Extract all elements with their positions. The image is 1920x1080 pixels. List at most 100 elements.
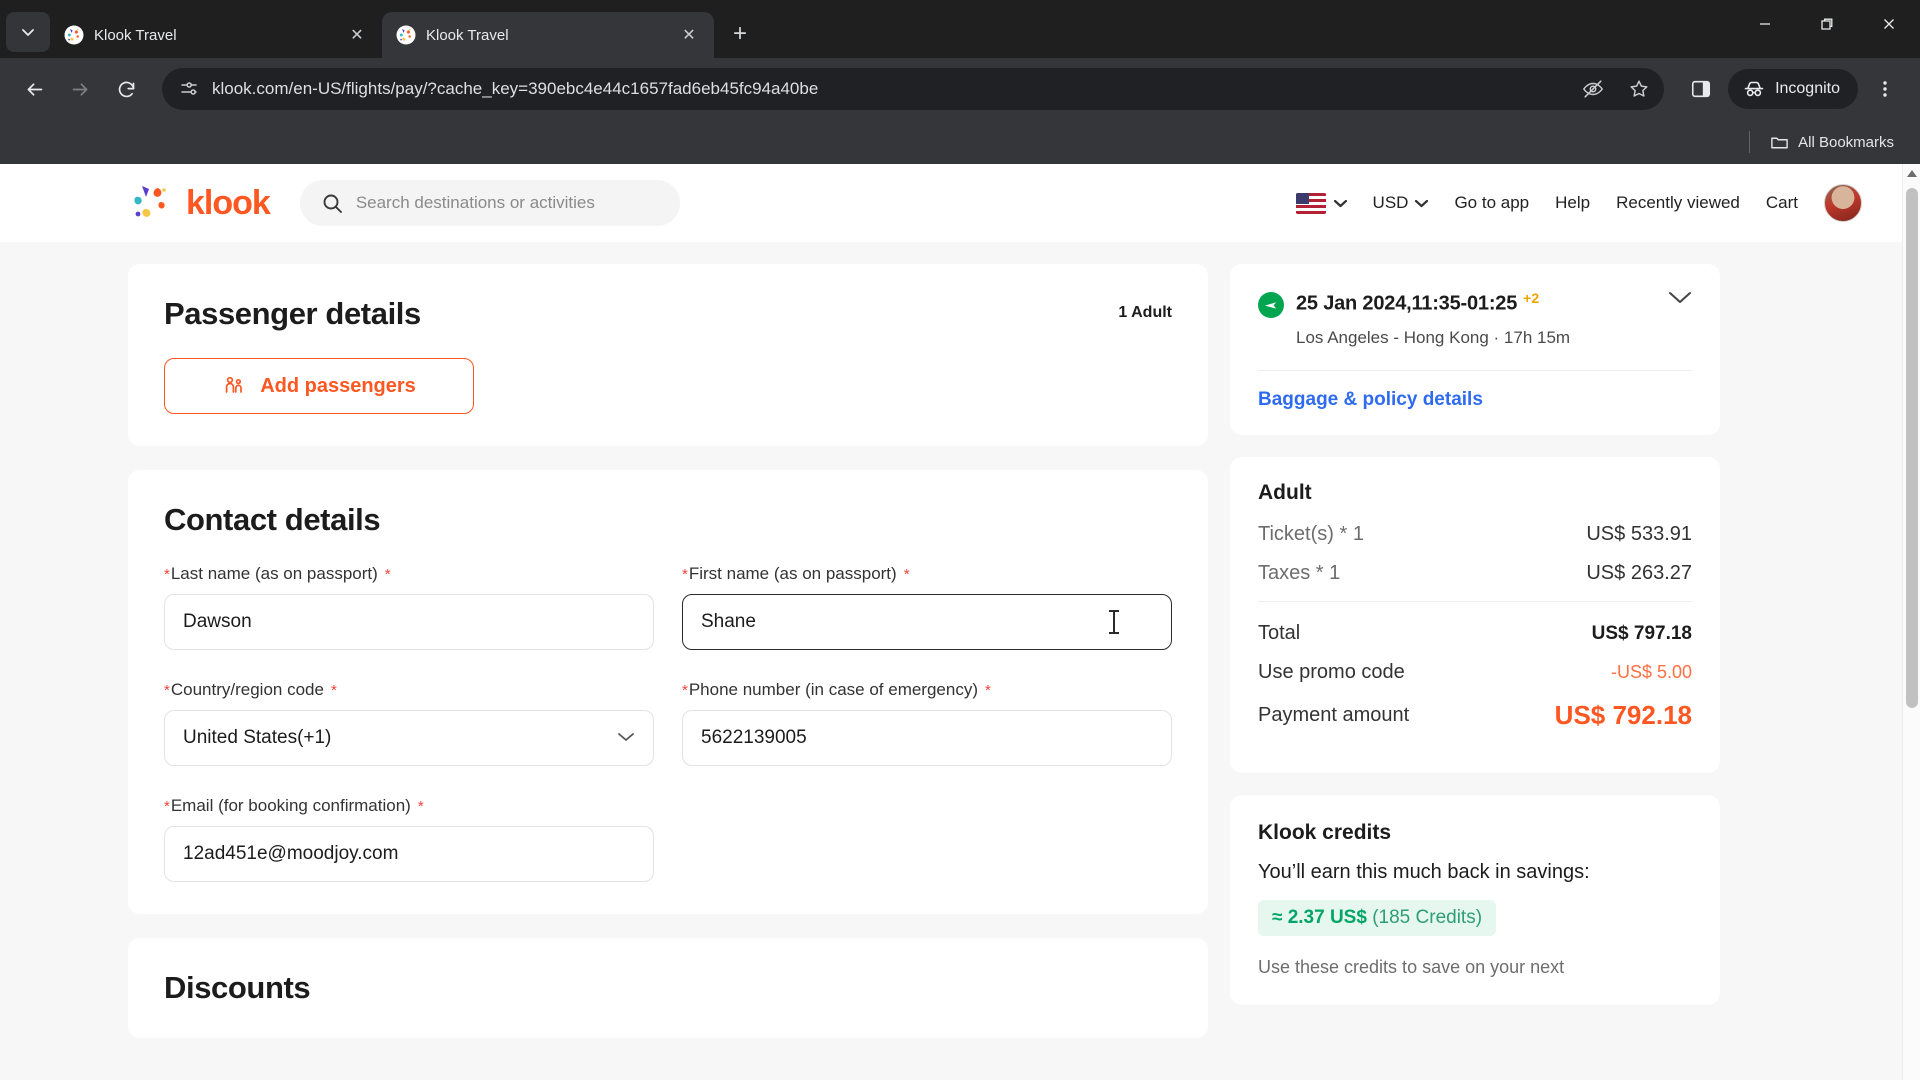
flight-route: Los Angeles - Hong Kong · 17h 15m — [1296, 328, 1571, 347]
phone-number-value: 5622139005 — [701, 727, 807, 748]
tab-close-button[interactable]: ✕ — [344, 22, 370, 48]
tab-close-button[interactable]: ✕ — [676, 22, 702, 48]
maximize-button[interactable] — [1796, 0, 1858, 48]
payment-amount-row: Payment amount US$ 792.18 — [1258, 700, 1692, 731]
search-input[interactable]: Search destinations or activities — [299, 180, 680, 226]
credits-amount: ≈ 2.37 US$ — [1272, 907, 1367, 928]
minimize-button[interactable] — [1734, 0, 1796, 48]
browser-tab-2[interactable]: Klook Travel ✕ — [382, 12, 714, 58]
caret-up-icon — [1906, 169, 1917, 177]
nav-recently-viewed[interactable]: Recently viewed — [1616, 193, 1740, 213]
language-selector[interactable] — [1295, 192, 1347, 214]
page-scrollbar[interactable] — [1902, 164, 1920, 1080]
nav-help[interactable]: Help — [1555, 193, 1590, 213]
passenger-header: Passenger details 1 Adult — [164, 296, 1172, 332]
contact-form: * Last name (as on passport) * Dawson * … — [164, 564, 1172, 882]
close-window-button[interactable] — [1858, 0, 1920, 48]
address-bar[interactable]: klook.com/en-US/flights/pay/?cache_key=3… — [162, 68, 1665, 110]
scroll-up-button[interactable] — [1903, 164, 1920, 182]
required-star-icon: * — [682, 682, 688, 699]
text-cursor-icon — [1109, 610, 1119, 634]
forward-arrow-icon — [72, 82, 87, 96]
bookmark-star-icon[interactable] — [1622, 72, 1656, 106]
required-star-icon: * — [384, 566, 391, 583]
last-name-label: * Last name (as on passport) * — [164, 564, 654, 584]
email-field: * Email (for booking confirmation) * 12a… — [164, 796, 654, 882]
user-avatar[interactable] — [1824, 184, 1862, 222]
divider — [1258, 601, 1692, 602]
add-passengers-button[interactable]: Add passengers — [164, 358, 474, 414]
main-column: Passenger details 1 Adult Add passengers — [128, 264, 1208, 1038]
nav-cart[interactable]: Cart — [1766, 193, 1798, 213]
bookmarks-bar: All Bookmarks — [0, 120, 1920, 164]
required-star-icon: * — [985, 682, 991, 699]
search-placeholder: Search destinations or activities — [355, 193, 595, 212]
total-label: Total — [1258, 622, 1301, 644]
first-name-value: Shane — [701, 611, 756, 632]
credits-title: Klook credits — [1258, 821, 1392, 844]
promo-code-row[interactable]: Use promo code -US$ 5.00 — [1258, 661, 1692, 684]
expand-flight-button[interactable] — [1668, 290, 1692, 310]
tab-search-button[interactable] — [6, 12, 50, 52]
passenger-details-card: Passenger details 1 Adult Add passengers — [128, 264, 1208, 446]
baggage-policy-link[interactable]: Baggage & policy details — [1258, 389, 1692, 411]
price-section-title: Adult — [1258, 481, 1312, 504]
tab-title: Klook Travel — [426, 26, 509, 44]
chevron-down-icon — [1669, 292, 1691, 303]
browser-tab-1[interactable]: Klook Travel ✕ — [50, 12, 382, 58]
nav-go-to-app[interactable]: Go to app — [1454, 193, 1529, 213]
chevron-down-icon — [617, 727, 635, 749]
reload-button[interactable] — [106, 69, 146, 109]
field-label-text: Last name (as on passport) — [170, 564, 378, 583]
forward-button[interactable] — [60, 69, 100, 109]
email-label: * Email (for booking confirmation) * — [164, 796, 654, 816]
tab-strip: Klook Travel ✕ Klook Travel ✕ + — [0, 0, 1920, 58]
window-controls — [1734, 0, 1920, 48]
page-info-icon[interactable] — [178, 78, 200, 100]
last-name-input[interactable]: Dawson — [164, 594, 654, 650]
discounts-title: Discounts — [164, 970, 311, 1005]
price-breakdown-card: Adult Ticket(s) * 1 US$ 533.91 Taxes * 1… — [1230, 457, 1720, 773]
currency-label: USD — [1372, 193, 1409, 212]
incognito-profile-button[interactable]: Incognito — [1728, 69, 1858, 109]
contact-details-card: Contact details * Last name (as on passp… — [128, 470, 1208, 914]
chevron-down-icon — [1333, 199, 1347, 207]
side-panel-button[interactable] — [1680, 68, 1722, 110]
back-button[interactable] — [14, 69, 54, 109]
field-label-text: First name (as on passport) — [688, 564, 897, 583]
total-row: Total US$ 797.18 — [1258, 622, 1692, 645]
tracking-protection-icon[interactable] — [1576, 72, 1610, 106]
summary-column: 25 Jan 2024,11:35-01:25 +2 Los Angeles - … — [1230, 264, 1720, 1005]
discounts-card: Discounts — [128, 938, 1208, 1038]
flight-datetime: 25 Jan 2024,11:35-01:25 — [1296, 292, 1518, 315]
first-name-input[interactable]: Shane — [682, 594, 1172, 650]
country-code-select[interactable]: United States(+1) — [164, 710, 654, 766]
reload-icon — [118, 81, 134, 97]
phone-number-field: * Phone number (in case of emergency) * … — [682, 680, 1172, 766]
required-star-icon: * — [417, 798, 424, 815]
divider — [1258, 370, 1692, 371]
page-viewport: klook Search destinations or activities — [0, 164, 1920, 1080]
price-row-label: Taxes * 1 — [1258, 562, 1341, 584]
side-panel-icon — [1692, 80, 1711, 98]
browser-menu-button[interactable] — [1864, 68, 1906, 110]
klook-wordmark: klook — [186, 183, 271, 222]
flight-datetime-wrap: 25 Jan 2024,11:35-01:25 +2 — [1296, 290, 1539, 315]
site-header: klook Search destinations or activities — [0, 164, 1902, 242]
scrollbar-thumb[interactable] — [1906, 188, 1918, 708]
bookmarks-divider — [1749, 131, 1751, 153]
email-value: 12ad451e@moodjoy.com — [183, 843, 399, 864]
phone-number-input[interactable]: 5622139005 — [682, 710, 1172, 766]
first-name-label: * First name (as on passport) * — [682, 564, 1172, 584]
new-tab-button[interactable]: + — [720, 14, 760, 54]
contact-details-title: Contact details — [164, 502, 381, 537]
field-label-text: Country/region code — [170, 680, 324, 699]
search-icon — [323, 194, 342, 213]
required-star-icon: * — [330, 682, 337, 699]
klook-logo[interactable]: klook — [128, 180, 271, 226]
country-code-value: United States(+1) — [183, 727, 332, 748]
payment-label: Payment amount — [1258, 704, 1410, 726]
currency-selector[interactable]: USD — [1373, 193, 1429, 213]
all-bookmarks-button[interactable]: All Bookmarks — [1762, 128, 1902, 157]
email-input[interactable]: 12ad451e@moodjoy.com — [164, 826, 654, 882]
